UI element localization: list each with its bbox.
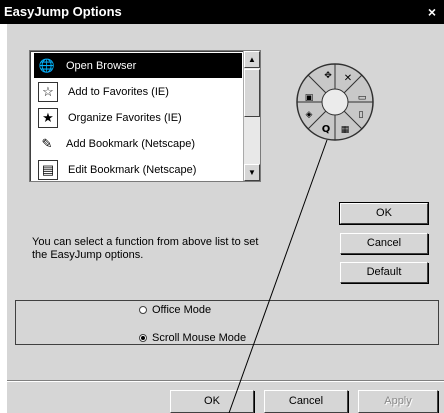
cancel-side-button[interactable]: Cancel: [340, 233, 428, 254]
list-item-open-browser[interactable]: 🌐 Open Browser: [34, 53, 242, 78]
ok-side-button[interactable]: OK: [339, 202, 429, 225]
office-mode-label: Office Mode: [152, 304, 212, 316]
scroll-up-icon[interactable]: ▲: [244, 51, 260, 68]
bookmark-add-icon: ✎: [41, 135, 53, 151]
scroll-mouse-mode-radio[interactable]: Scroll Mouse Mode: [139, 332, 246, 344]
function-list[interactable]: 🌐 Open Browser ☆ Add to Favorites (IE) ★…: [29, 50, 261, 182]
move-icon[interactable]: ✥: [324, 71, 332, 81]
radio-selected-icon[interactable]: [139, 334, 147, 342]
cancel-button[interactable]: Cancel: [264, 390, 348, 413]
scroll-down-icon[interactable]: ▼: [244, 164, 260, 181]
footer-separator: [7, 380, 444, 382]
list-item-organize-favorites[interactable]: ★ Organize Favorites (IE): [34, 105, 242, 130]
favorites-add-icon: ☆: [38, 81, 58, 102]
bookmark-icon[interactable]: ◈: [306, 110, 313, 120]
info-text: You can select a function from above lis…: [32, 236, 259, 261]
list-scrollbar[interactable]: ▲ ▼: [243, 51, 260, 181]
default-button[interactable]: Default: [340, 262, 428, 283]
close-icon[interactable]: ×: [422, 0, 442, 24]
folder-star-icon: ★: [38, 107, 58, 128]
window-title: EasyJump Options: [4, 4, 122, 19]
scroll-mouse-mode-label: Scroll Mouse Mode: [152, 332, 247, 344]
window-icon[interactable]: ▣: [305, 93, 314, 103]
ok-button[interactable]: OK: [170, 390, 254, 413]
close-icon[interactable]: ✕: [344, 73, 352, 84]
minimize-icon[interactable]: ▭: [358, 93, 367, 103]
list-item-edit-bookmark[interactable]: ▤ Edit Bookmark (Netscape): [34, 157, 242, 181]
grid-icon[interactable]: ▦: [341, 125, 350, 135]
list-item-label: Open Browser: [66, 59, 137, 72]
title-bar: EasyJump Options: [0, 0, 444, 24]
apply-button[interactable]: Apply: [358, 390, 438, 413]
office-mode-radio[interactable]: Office Mode: [139, 304, 211, 316]
list-item-add-bookmark[interactable]: ✎ Add Bookmark (Netscape): [34, 131, 242, 156]
radio-circle-icon[interactable]: [139, 306, 147, 314]
function-wheel[interactable]: ✥ ✕ ▭ ▯ ▦ Q ◈ ▣: [295, 62, 375, 142]
search-icon[interactable]: Q: [322, 124, 331, 135]
page-icon[interactable]: ▯: [359, 110, 364, 120]
list-item-label: Organize Favorites (IE): [68, 111, 182, 124]
list-item-label: Add to Favorites (IE): [68, 85, 169, 98]
scroll-thumb[interactable]: [244, 69, 260, 117]
list-item-label: Edit Bookmark (Netscape): [68, 163, 197, 176]
list-item-add-favorites[interactable]: ☆ Add to Favorites (IE): [34, 79, 242, 104]
globe-icon: 🌐: [38, 57, 56, 73]
list-item-label: Add Bookmark (Netscape): [66, 137, 195, 150]
bookmark-edit-icon: ▤: [38, 159, 58, 180]
